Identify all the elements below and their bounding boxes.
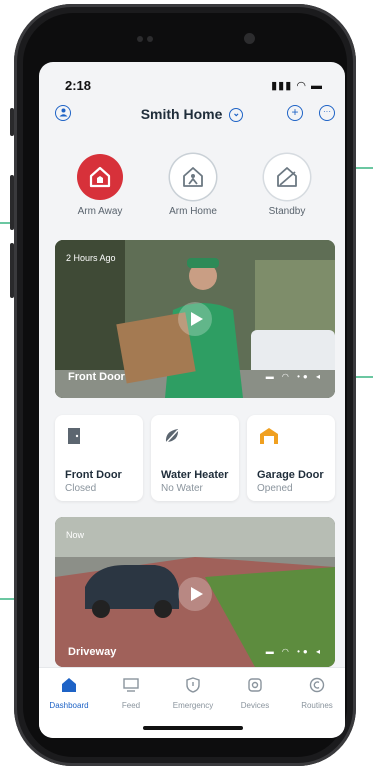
camera-card-front-door[interactable]: 2 Hours Ago Front Door ▬ ◠ •● ◂ [55, 240, 335, 398]
house-person-icon [170, 154, 216, 200]
camera-name: Front Door [68, 371, 125, 383]
device-status: No Water [161, 483, 203, 494]
device-name: Water Heater [161, 469, 229, 481]
garage-icon [259, 427, 279, 450]
home-indicator [143, 726, 243, 730]
shield-alert-icon [163, 674, 223, 696]
tab-routines[interactable]: Routines [287, 674, 345, 710]
leaf-off-icon [163, 427, 181, 450]
app-screen: 2:18 ▮▮▮ ◠ ▬ Smith Home ⌄ + ··· Arm Away… [39, 62, 345, 738]
add-icon[interactable]: + [287, 105, 303, 121]
device-tiles: Front Door Closed Water Heater No Water … [55, 415, 335, 501]
device-status: Closed [65, 483, 97, 494]
camera-name: Driveway [68, 646, 117, 658]
home-title: Smith Home [140, 106, 223, 122]
device-icon [225, 674, 285, 696]
chevron-down-icon: ⌄ [229, 108, 244, 123]
device-status: Opened [257, 483, 293, 494]
door-icon [67, 427, 81, 450]
camera-status-icons: ▬ ◠ •● ◂ [265, 372, 323, 381]
camera-timestamp: Now [66, 530, 85, 540]
more-icon[interactable]: ··· [319, 105, 335, 121]
tile-front-door[interactable]: Front Door Closed [55, 415, 143, 501]
device-name: Front Door [65, 469, 122, 481]
play-icon[interactable] [178, 302, 212, 336]
tab-label: Emergency [172, 701, 214, 710]
app-header: Smith Home ⌄ + ··· [39, 100, 345, 130]
status-icons: ▮▮▮ ◠ ▬ [271, 80, 323, 92]
tab-dashboard[interactable]: Dashboard [39, 674, 99, 710]
camera-timestamp: 2 Hours Ago [66, 253, 116, 263]
monitor-icon [101, 674, 161, 696]
tile-water-heater[interactable]: Water Heater No Water [151, 415, 239, 501]
tab-devices[interactable]: Devices [225, 674, 285, 710]
status-bar: 2:18 ▮▮▮ ◠ ▬ [39, 74, 345, 94]
play-icon[interactable] [178, 577, 212, 611]
house-off-icon [264, 154, 310, 200]
camera-dot-2 [147, 36, 153, 42]
side-button-left-2 [10, 175, 14, 230]
mode-standby[interactable]: Standby [252, 154, 322, 217]
side-button-left-3 [10, 243, 14, 298]
side-button-left-1 [10, 108, 14, 136]
mode-label: Arm Away [77, 206, 123, 217]
house-shield-icon [77, 154, 123, 200]
tab-label: Routines [301, 701, 333, 710]
tab-label: Devices [240, 701, 270, 710]
mode-arm-away[interactable]: Arm Away [65, 154, 135, 217]
camera-card-driveway[interactable]: Now Driveway ▬ ◠ •● ◂ [55, 517, 335, 667]
camera-dot-1 [137, 36, 143, 42]
arming-modes: Arm Away Arm Home Standby [39, 154, 345, 224]
routine-icon [287, 674, 345, 696]
mode-arm-home[interactable]: Arm Home [158, 154, 228, 217]
tab-feed[interactable]: Feed [101, 674, 161, 710]
bottom-tab-bar: Dashboard Feed Emergency Devices Routine… [39, 667, 345, 738]
status-time: 2:18 [65, 78, 92, 93]
front-camera [244, 33, 255, 44]
tab-label: Dashboard [49, 701, 89, 710]
tab-emergency[interactable]: Emergency [163, 674, 223, 710]
device-name: Garage Door [257, 469, 324, 481]
camera-status-icons: ▬ ◠ •● ◂ [265, 647, 323, 656]
house-icon [39, 674, 99, 696]
tab-label: Feed [121, 701, 141, 710]
tile-garage-door[interactable]: Garage Door Opened [247, 415, 335, 501]
mode-label: Arm Home [169, 206, 217, 217]
mode-label: Standby [268, 206, 306, 217]
